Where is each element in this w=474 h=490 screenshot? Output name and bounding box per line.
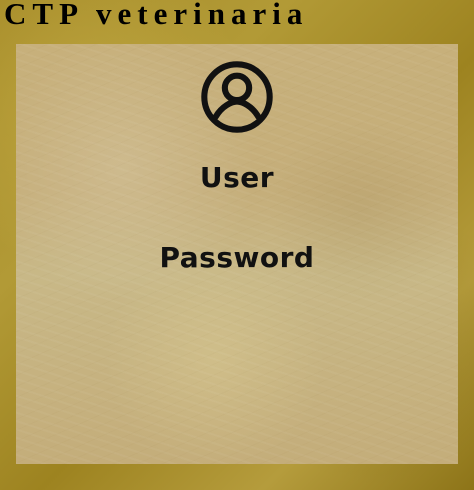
user-icon: [199, 59, 275, 135]
app-title: CTP veterinaria: [4, 0, 309, 31]
user-label: User: [199, 161, 275, 194]
password-label: Password: [159, 241, 315, 274]
